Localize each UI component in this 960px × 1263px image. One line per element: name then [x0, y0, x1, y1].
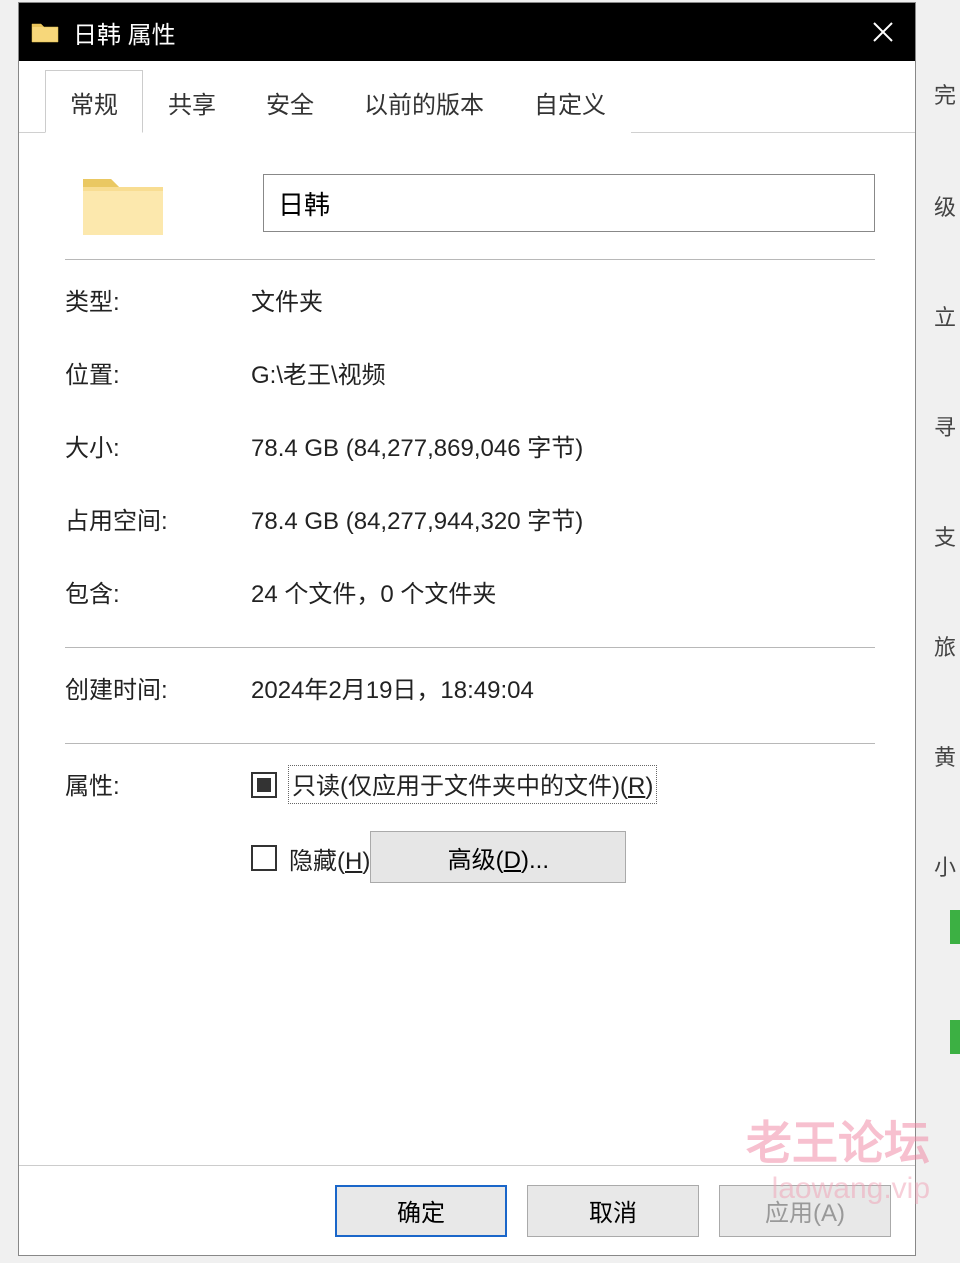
apply-button[interactable]: 应用(A) [719, 1185, 891, 1237]
size-on-disk-label: 占用空间: [65, 501, 251, 536]
background-accent [950, 910, 960, 944]
hidden-label: 隐藏(H) [289, 841, 370, 876]
divider [65, 743, 875, 744]
folder-icon [31, 20, 59, 44]
hidden-checkbox[interactable] [251, 845, 277, 871]
readonly-checkbox[interactable] [251, 772, 277, 798]
cancel-button[interactable]: 取消 [527, 1185, 699, 1237]
tab-general[interactable]: 常规 [45, 70, 143, 133]
type-value: 文件夹 [251, 282, 875, 317]
size-value: 78.4 GB (84,277,869,046 字节) [251, 428, 875, 463]
created-value: 2024年2月19日，18:49:04 [251, 670, 875, 705]
tab-previous-versions[interactable]: 以前的版本 [339, 70, 509, 133]
size-label: 大小: [65, 428, 251, 463]
divider [65, 647, 875, 648]
tab-strip: 常规 共享 安全 以前的版本 自定义 [19, 61, 915, 133]
tab-custom[interactable]: 自定义 [509, 70, 631, 133]
created-label: 创建时间: [65, 670, 251, 705]
close-button[interactable] [861, 10, 905, 54]
dialog-button-bar: 确定 取消 应用(A) [19, 1165, 915, 1255]
advanced-button[interactable]: 高级(D)... [370, 831, 626, 883]
window-title: 日韩 属性 [73, 15, 861, 50]
location-label: 位置: [65, 355, 251, 390]
tab-sharing[interactable]: 共享 [143, 70, 241, 133]
contains-value: 24 个文件，0 个文件夹 [251, 574, 875, 609]
ok-button[interactable]: 确定 [335, 1185, 507, 1237]
divider [65, 259, 875, 260]
folder-large-icon [79, 165, 167, 241]
close-icon [871, 20, 895, 44]
folder-name-input[interactable] [263, 174, 875, 232]
size-on-disk-value: 78.4 GB (84,277,944,320 字节) [251, 501, 875, 536]
readonly-label: 只读(仅应用于文件夹中的文件)(R) [289, 766, 656, 803]
attributes-label: 属性: [65, 766, 251, 913]
background-accent [950, 1020, 960, 1054]
general-tab-content: 类型: 文件夹 位置: G:\老王\视频 大小: 78.4 GB (84,277… [19, 133, 915, 1165]
type-label: 类型: [65, 282, 251, 317]
tab-security[interactable]: 安全 [241, 70, 339, 133]
contains-label: 包含: [65, 574, 251, 609]
titlebar[interactable]: 日韩 属性 [19, 3, 915, 61]
location-value: G:\老王\视频 [251, 355, 875, 390]
properties-dialog: 日韩 属性 常规 共享 安全 以前的版本 自定义 类型: 文件夹 [18, 2, 916, 1256]
